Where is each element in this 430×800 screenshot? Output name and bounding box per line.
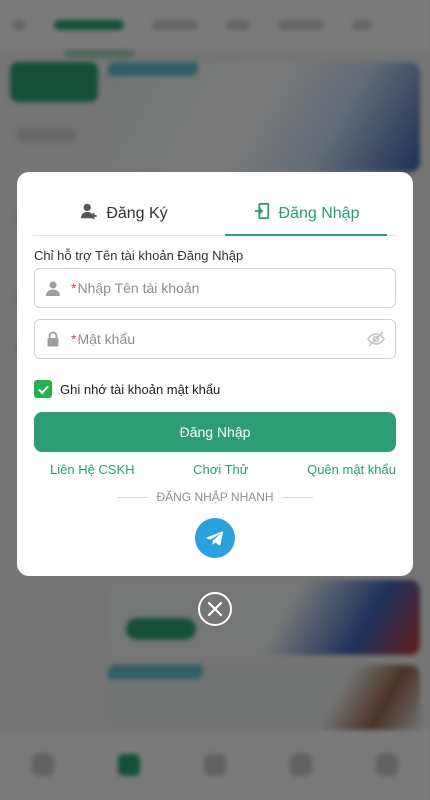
login-modal: Đăng Ký Đăng Nhập Chỉ hỗ trợ Tên tài kho… — [17, 172, 413, 576]
quick-login-label: ĐĂNG NHẬP NHANH — [156, 490, 274, 504]
helper-links: Liên Hệ CSKH Chơi Thử Quên mật khẩu — [34, 462, 396, 477]
remember-checkbox[interactable] — [34, 380, 52, 398]
remember-label: Ghi nhớ tài khoản mật khẩu — [60, 381, 221, 397]
forgot-password-link[interactable]: Quên mật khẩu — [307, 462, 396, 477]
login-button[interactable]: Đăng Nhập — [34, 412, 396, 452]
tab-register[interactable]: Đăng Ký — [33, 192, 215, 235]
tab-login[interactable]: Đăng Nhập — [215, 192, 397, 236]
close-icon[interactable] — [198, 592, 232, 626]
login-door-icon — [253, 202, 271, 225]
password-placeholder: Mật khẩu — [77, 331, 136, 347]
support-link[interactable]: Liên Hệ CSKH — [34, 462, 135, 477]
username-required-mark: * — [71, 280, 77, 296]
username-placeholder: Nhập Tên tài khoản — [77, 280, 200, 296]
remember-me[interactable]: Ghi nhớ tài khoản mật khẩu — [34, 380, 220, 398]
user-plus-icon — [80, 202, 98, 225]
quick-login-divider: ĐĂNG NHẬP NHANH — [117, 490, 314, 504]
auth-tabs: Đăng Ký Đăng Nhập — [33, 192, 397, 236]
checkmark-icon — [37, 385, 49, 394]
user-icon — [35, 280, 71, 296]
lock-icon — [35, 331, 71, 347]
password-required-mark: * — [71, 331, 77, 347]
tab-register-label: Đăng Ký — [106, 204, 168, 222]
eye-off-icon[interactable] — [357, 329, 395, 349]
trial-link[interactable]: Chơi Thử — [193, 462, 248, 477]
password-field[interactable]: * Mật khẩu — [34, 319, 396, 359]
login-hint: Chỉ hỗ trợ Tên tài khoản Đăng Nhập — [34, 248, 244, 263]
telegram-icon[interactable] — [195, 518, 235, 558]
username-field[interactable]: * Nhập Tên tài khoản — [34, 268, 396, 308]
tab-login-label: Đăng Nhập — [278, 204, 360, 222]
